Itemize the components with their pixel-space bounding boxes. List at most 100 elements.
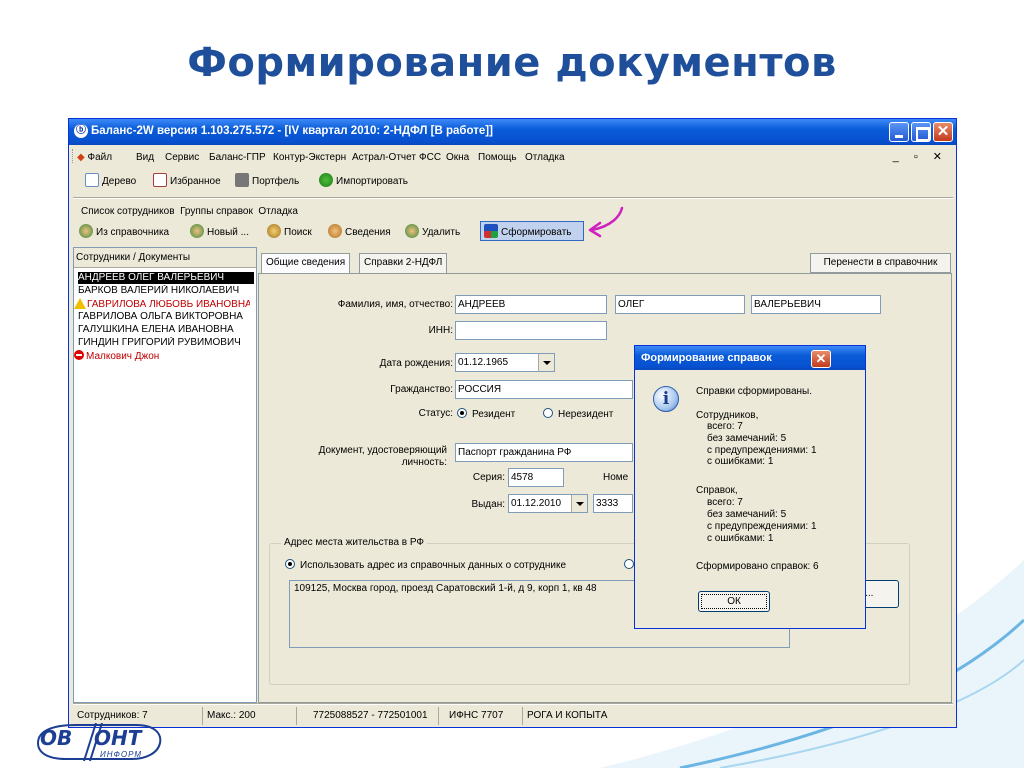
menu-service[interactable]: Сервис [165,152,199,163]
employee-name: АНДРЕЕВ ОЛЕГ ВАЛЕРЬЕВИЧ [78,272,225,283]
employee-name: ГИНДИН ГРИГОРИЙ РУВИМОВИЧ [78,337,241,348]
last-name-field[interactable]: АНДРЕЕВ [455,295,607,314]
close-icon: ✕ [936,123,950,140]
details-button[interactable]: Сведения [328,224,391,240]
doc-label-2: личность: [401,457,447,468]
status-inn-kpp: 7725088527 - 772501001 [309,707,439,725]
logo-subtext: ИНФОРМ [100,750,142,759]
birth-date-value: 01.12.1965 [458,357,509,368]
close-button[interactable]: ✕ [933,122,953,142]
submenu-employees[interactable]: Список сотрудников [81,206,175,217]
tree-label: Дерево [102,176,137,187]
dialog-line: без замечаний: 5 [707,433,787,444]
delete-user-icon [405,224,419,238]
issued-date-value: 01.12.2010 [511,498,562,509]
first-name-field[interactable]: ОЛЕГ [615,295,745,314]
menu-debug[interactable]: Отладка [525,152,565,163]
new-button[interactable]: Новый ... [190,224,249,240]
app-window: ⓑ Баланс-2W версия 1.103.275.572 - [IV к… [68,118,957,728]
user-icon [79,224,93,238]
list-item[interactable]: ГАЛУШКИНА ЕЛЕНА ИВАНОВНА [78,324,254,336]
status-resident-radio[interactable]: Резидент [457,408,515,420]
search-button[interactable]: Поиск [267,224,312,240]
submenu-debug[interactable]: Отладка [258,206,298,217]
list-item[interactable]: АНДРЕЕВ ОЛЕГ ВАЛЕРЬЕВИЧ [78,272,254,284]
issued-code-field[interactable]: 3333 [593,494,633,513]
issued-label: Выдан: [471,499,505,510]
minimize-button[interactable] [889,122,909,142]
window-titlebar[interactable]: ⓑ Баланс-2W версия 1.103.275.572 - [IV к… [69,119,956,145]
ok-button[interactable]: ОК [698,591,770,612]
employee-list[interactable]: Сотрудники / Документы АНДРЕЕВ ОЛЕГ ВАЛЕ… [73,247,257,703]
menubar: ◆ Файл Вид Сервис Баланс-ГПР Контур-Экст… [69,147,956,167]
inn-field[interactable] [455,321,607,340]
file-icon: ◆ [77,152,85,163]
series-field[interactable]: 4578 [508,468,564,487]
tab-2ndfl[interactable]: Справки 2-НДФЛ [359,253,448,273]
close-icon: ✕ [815,351,827,366]
address-option-label: Использовать адрес из справочных данных … [300,560,567,571]
employee-list-header[interactable]: Сотрудники / Документы [74,248,256,268]
doc-label: Документ, удостоверяющий [318,445,447,456]
menu-astral[interactable]: Астрал-Отчет [352,152,416,163]
menu-view[interactable]: Вид [136,152,154,163]
app-icon: ⓑ [74,124,88,138]
middle-name-field[interactable]: ВАЛЕРЬЕВИЧ [751,295,881,314]
menu-kontur[interactable]: Контур-Экстерн [273,152,346,163]
radio-empty-icon [543,408,553,418]
fio-label: Фамилия, имя, отчество: [337,299,453,310]
menu-file-label: Файл [87,152,113,163]
pointer-arrow-icon [588,206,624,238]
list-item[interactable]: Малкович Джон [74,350,250,362]
status-label: Статус: [418,408,453,419]
delete-button[interactable]: Удалить [405,224,460,240]
dialog-close-button[interactable]: ✕ [811,350,831,368]
chevron-down-icon[interactable] [571,495,587,512]
issued-date-field[interactable]: 01.12.2010 [508,494,588,513]
employee-name: Малкович Джон [86,351,160,362]
address-option-radio[interactable]: Использовать адрес из справочных данных … [285,559,566,571]
status-nonresident-label: Нерезидент [558,409,614,420]
menu-balance-gpr[interactable]: Баланс-ГПР [209,152,266,163]
maximize-button[interactable] [911,122,931,142]
mdi-controls[interactable]: _ ▫ ✕ [893,150,948,163]
submenu-groups[interactable]: Группы справок [180,206,253,217]
portfolio-label: Портфель [252,176,300,187]
list-item[interactable]: ГИНДИН ГРИГОРИЙ РУВИМОВИЧ [78,337,254,349]
birth-date-field[interactable]: 01.12.1965 [455,353,555,372]
delete-label: Удалить [422,227,461,238]
company-logo: OB OHT ИНФОРМ [36,723,166,763]
menu-fss[interactable]: ФСС [419,152,441,163]
chevron-down-icon[interactable] [538,354,554,371]
doc-type-field[interactable]: Паспорт гражданина РФ [455,443,633,462]
citizenship-label: Гражданство: [390,384,453,395]
search-label: Поиск [284,227,312,238]
menu-help[interactable]: Помощь [478,152,517,163]
transfer-to-directory-button[interactable]: Перенести в справочник [810,253,951,273]
citizenship-field[interactable]: РОССИЯ [455,380,633,399]
inn-label: ИНН: [428,325,453,336]
import-button[interactable]: Импортировать [319,173,408,189]
portfolio-icon [235,173,249,187]
menu-windows[interactable]: Окна [446,152,469,163]
dialog-line: Справок, [696,485,738,496]
employee-name: ГАВРИЛОВА ОЛЬГА ВИКТОРОВНА [78,311,243,322]
status-ifns: ИФНС 7707 [445,707,523,725]
employee-name: ГАВРИЛОВА ЛЮБОВЬ ИВАНОВНА [87,299,250,310]
status-nonresident-radio[interactable]: Нерезидент [543,408,613,420]
dialog-line: Сформировано справок: 6 [696,561,819,572]
list-item[interactable]: ГАВРИЛОВА ОЛЬГА ВИКТОРОВНА [78,311,254,323]
status-separator [73,703,953,705]
list-item[interactable]: ГАВРИЛОВА ЛЮБОВЬ ИВАНОВНА [74,298,250,310]
menu-file[interactable]: ◆ Файл [77,152,112,163]
from-directory-button[interactable]: Из справочника [79,224,169,240]
favorites-button[interactable]: Избранное [153,173,221,189]
tab-general[interactable]: Общие сведения [261,253,351,274]
generate-button[interactable]: Сформировать [484,224,572,240]
dialog-line: с предупреждениями: 1 [707,521,817,532]
status-max: Макс.: 200 [203,707,297,725]
tree-button[interactable]: Дерево [85,173,136,189]
list-item[interactable]: БАРКОВ ВАЛЕРИЙ НИКОЛАЕВИЧ [78,285,254,297]
portfolio-button[interactable]: Портфель [235,173,299,189]
slide-title: Формирование документов [187,40,837,86]
